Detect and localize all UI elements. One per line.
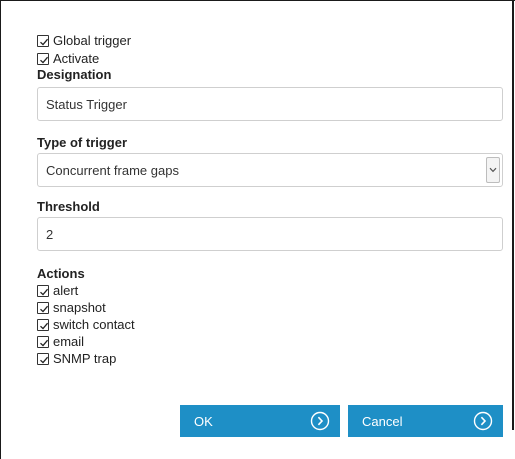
threshold-input[interactable]: 2 xyxy=(37,217,503,251)
trigger-dialog: Global trigger Activate Designation Stat… xyxy=(0,0,515,459)
designation-label: Designation xyxy=(37,67,112,82)
action-alert-label: alert xyxy=(53,283,79,298)
cancel-button-label: Cancel xyxy=(362,413,403,429)
chevron-down-icon xyxy=(489,167,497,173)
checkmark-icon xyxy=(40,339,49,347)
circle-chevron-right-icon xyxy=(310,411,330,431)
actions-label: Actions xyxy=(37,266,85,281)
designation-input[interactable]: Status Trigger xyxy=(37,87,503,121)
checkmark-icon xyxy=(40,288,49,296)
action-snmp-trap-checkbox[interactable] xyxy=(37,353,49,365)
activate-checkbox[interactable] xyxy=(37,53,49,65)
threshold-label: Threshold xyxy=(37,199,100,214)
trigger-type-dropdown-button[interactable] xyxy=(486,157,500,183)
circle-chevron-right-icon xyxy=(473,411,493,431)
action-alert-row[interactable]: alert xyxy=(37,283,504,299)
dialog-content: Global trigger Activate Designation Stat… xyxy=(37,32,504,367)
action-snmp-trap-label: SNMP trap xyxy=(53,351,117,366)
action-switch-contact-label: switch contact xyxy=(53,317,135,332)
action-alert-checkbox[interactable] xyxy=(37,285,49,297)
dialog-border-right xyxy=(512,0,514,430)
dialog-border-top xyxy=(0,0,515,1)
action-snmp-trap-row[interactable]: SNMP trap xyxy=(37,351,504,367)
action-snapshot-row[interactable]: snapshot xyxy=(37,300,504,316)
checkmark-icon xyxy=(40,356,49,364)
activate-checkbox-row[interactable]: Activate xyxy=(37,51,504,67)
action-email-checkbox[interactable] xyxy=(37,336,49,348)
checkmark-icon xyxy=(40,305,49,313)
action-switch-contact-row[interactable]: switch contact xyxy=(37,317,504,333)
trigger-type-selected-value: Concurrent frame gaps xyxy=(46,162,179,178)
global-trigger-label: Global trigger xyxy=(53,33,132,48)
action-snapshot-label: snapshot xyxy=(53,300,106,315)
action-switch-contact-checkbox[interactable] xyxy=(37,319,49,331)
activate-label: Activate xyxy=(53,51,100,66)
cancel-button[interactable]: Cancel xyxy=(348,405,503,437)
trigger-type-select[interactable]: Concurrent frame gaps xyxy=(37,153,503,187)
trigger-type-label: Type of trigger xyxy=(37,135,128,150)
global-trigger-checkbox-row[interactable]: Global trigger xyxy=(37,33,504,49)
checkmark-icon xyxy=(40,38,49,46)
checkmark-icon xyxy=(40,322,49,330)
ok-button-label: OK xyxy=(194,413,213,429)
action-email-row[interactable]: email xyxy=(37,334,504,350)
checkmark-icon xyxy=(40,56,49,64)
action-snapshot-checkbox[interactable] xyxy=(37,302,49,314)
ok-button[interactable]: OK xyxy=(180,405,340,437)
global-trigger-checkbox[interactable] xyxy=(37,35,49,47)
action-email-label: email xyxy=(53,334,85,349)
dialog-border-left xyxy=(0,0,1,459)
